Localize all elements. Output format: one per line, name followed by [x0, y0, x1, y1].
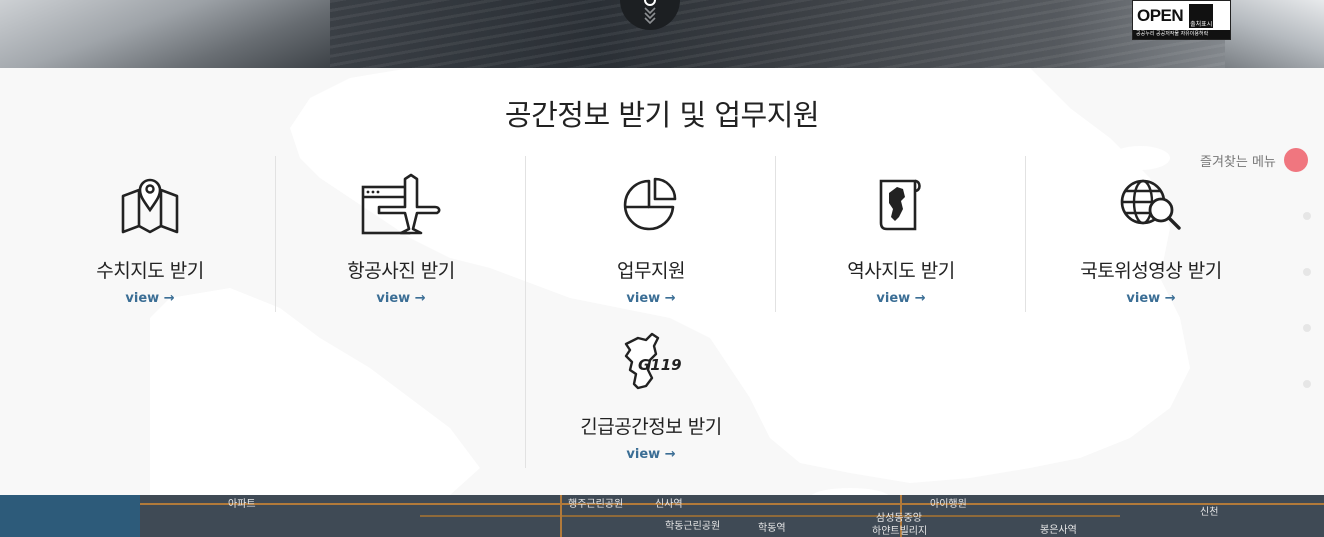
menu-item-label: 수치지도 받기	[96, 260, 204, 282]
globe-search-icon	[1120, 179, 1181, 230]
map-place-label: 행주근린공원	[568, 499, 624, 510]
map-place-label: 아이행원	[930, 499, 967, 510]
open-license-badge[interactable]: OPEN 출처표시 공공누리 공공저작물 자유이용허락	[1132, 0, 1231, 40]
view-link[interactable]: view →	[526, 291, 776, 306]
map-place-label: 봉은사역	[1040, 525, 1077, 536]
menu-item-label: 업무지원	[617, 260, 685, 282]
menu-item-satellite-image[interactable]: 국토위성영상 받기 view →	[1025, 156, 1275, 312]
map-place-label: 신사역	[655, 499, 683, 510]
map-road	[560, 495, 562, 537]
view-link[interactable]: view →	[25, 291, 275, 306]
map-pin-icon	[121, 178, 179, 234]
map-place-label: 학동역	[758, 523, 786, 534]
menu-item-historical-map[interactable]: 역사지도 받기 view →	[775, 156, 1025, 312]
menu-item-digital-map[interactable]: 수치지도 받기 view →	[25, 156, 275, 312]
favorites-toggle-button[interactable]	[1283, 148, 1308, 172]
map-river	[0, 495, 140, 537]
g119-icon-text: G119	[638, 356, 682, 374]
map-road	[420, 515, 1120, 517]
bottom-map-preview: 아파트 행주근린공원 신사역 학동근린공원 학동역 삼성동중앙 하얀트빌리지 봉…	[0, 495, 1324, 537]
map-place-label: 하얀트빌리지	[872, 526, 928, 537]
view-link[interactable]: view →	[1026, 291, 1276, 306]
person-icon: 출처표시	[1189, 3, 1214, 28]
side-nav-dot[interactable]	[1303, 268, 1311, 276]
scroll-down-icon	[644, 0, 656, 25]
view-link[interactable]: view →	[526, 447, 776, 462]
pie-chart-icon	[623, 177, 677, 231]
menu-item-label: 국토위성영상 받기	[1080, 260, 1222, 282]
map-place-label: 아파트	[228, 499, 256, 510]
open-badge-word: OPEN	[1137, 5, 1184, 25]
favorites-menu[interactable]: 즐겨찾는 메뉴	[1200, 148, 1308, 172]
side-nav-dot[interactable]	[1303, 324, 1311, 332]
menu-item-work-support[interactable]: 업무지원 view →	[525, 156, 775, 312]
menu-item-aerial-photo[interactable]: 항공사진 받기 view →	[275, 156, 525, 312]
spatial-info-panel: 공간정보 받기 및 업무지원 수치지도 받기 view → 항공사진 받기 vi…	[0, 68, 1324, 495]
favorites-label: 즐겨찾는 메뉴	[1200, 154, 1276, 170]
menu-item-label: 역사지도 받기	[847, 260, 955, 282]
hero-water	[330, 0, 1230, 68]
korea-map-document-icon	[879, 179, 921, 231]
menu-item-label: 항공사진 받기	[347, 260, 455, 282]
side-nav-dot[interactable]	[1303, 380, 1311, 388]
open-badge-person-caption: 출처표시	[1190, 20, 1213, 28]
hero-photo-left	[0, 0, 330, 68]
section-title: 공간정보 받기 및 업무지원	[504, 98, 820, 132]
menu-item-emergency-spatial-info[interactable]: G119 긴급공간정보 받기 view →	[525, 312, 775, 468]
menu-item-label: 긴급공간정보 받기	[580, 416, 722, 438]
view-link[interactable]: view →	[776, 291, 1026, 306]
side-nav-dot[interactable]	[1303, 212, 1311, 220]
map-place-label: 학동근린공원	[665, 521, 721, 532]
map-road	[140, 503, 1324, 505]
airplane-icon	[361, 173, 441, 235]
view-link[interactable]: view →	[276, 291, 526, 306]
open-badge-subtext: 공공누리 공공저작물 자유이용허락	[1133, 30, 1230, 39]
hero-photo-right	[1225, 0, 1324, 68]
hero-banner: OPEN 출처표시 공공누리 공공저작물 자유이용허락	[0, 0, 1324, 68]
g119-map-icon: G119	[624, 332, 682, 390]
map-place-label: 신천	[1200, 507, 1219, 518]
